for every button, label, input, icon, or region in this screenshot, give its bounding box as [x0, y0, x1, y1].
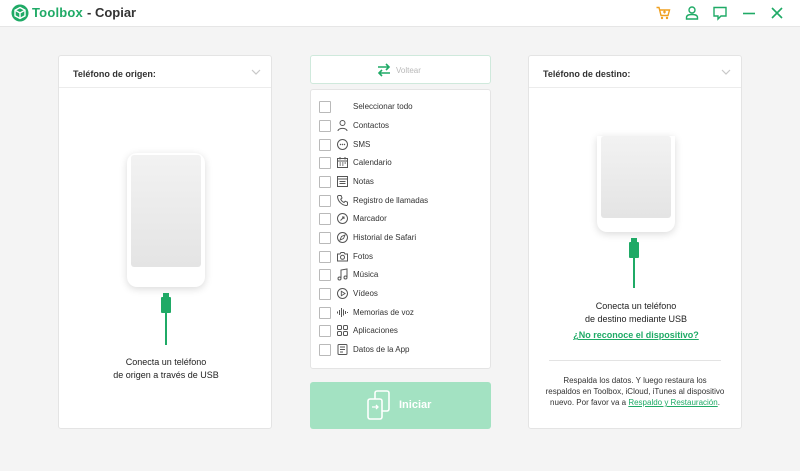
select-all-checkbox[interactable] — [319, 101, 331, 113]
call-log-checkbox[interactable] — [319, 194, 331, 207]
list-item-music[interactable]: Música — [311, 266, 492, 284]
apps-label: Aplicaciones — [353, 326, 398, 335]
cart-icon[interactable] — [655, 5, 671, 21]
safari-icon — [337, 232, 348, 243]
start-button[interactable]: Iniciar — [310, 382, 491, 429]
sms-icon — [337, 138, 348, 150]
list-item-contacts[interactable]: Contactos — [311, 117, 492, 135]
video-icon — [337, 288, 348, 299]
swap-arrows-icon — [377, 63, 391, 77]
source-phone-panel: Teléfono de origen: Conecta un teléfono … — [58, 55, 272, 429]
notes-checkbox[interactable] — [319, 176, 331, 188]
backup-note: Respalda los datos. Y luego restaura los… — [545, 375, 725, 408]
bookmarks-checkbox[interactable] — [319, 213, 331, 225]
safari-history-label: Historial de Safari — [353, 233, 417, 242]
minimize-icon[interactable] — [741, 5, 757, 21]
apps-icon — [337, 325, 348, 336]
list-item-bookmarks[interactable]: Marcador — [311, 210, 492, 228]
chevron-down-icon[interactable] — [721, 68, 731, 76]
divider — [549, 360, 721, 361]
music-label: Música — [353, 270, 379, 279]
source-phone-title: Teléfono de origen: — [73, 69, 156, 79]
source-phone-selector[interactable]: Teléfono de origen: — [59, 56, 271, 88]
select-all-label: Seleccionar todo — [353, 102, 413, 111]
list-item-sms[interactable]: SMS — [311, 136, 492, 154]
safari-history-checkbox[interactable] — [319, 232, 331, 244]
call-log-label: Registro de llamadas — [353, 195, 429, 205]
list-item-videos[interactable]: Vídeos — [311, 285, 492, 303]
photos-label: Fotos — [353, 251, 374, 261]
destination-connect-line1: Conecta un teléfono — [595, 301, 677, 311]
list-item-app-data[interactable]: Datos de la App — [311, 341, 492, 359]
title-bar: Toolbox - Copiar — [0, 0, 800, 27]
swap-button[interactable]: Voltear — [310, 55, 491, 84]
start-label: Iniciar — [399, 399, 432, 411]
voice-memos-label: Memorias de voz — [353, 307, 414, 317]
phone-icon — [336, 194, 348, 206]
app-data-icon — [337, 343, 348, 355]
swap-label: Voltear — [396, 66, 421, 75]
source-phone-image — [127, 153, 205, 287]
music-checkbox[interactable] — [319, 269, 331, 281]
feedback-icon[interactable] — [712, 5, 728, 21]
backup-note-end: . — [717, 398, 720, 407]
destination-connect-line2: de destino mediante USB — [584, 314, 688, 324]
camera-icon — [337, 251, 348, 261]
contacts-label: Contactos — [353, 121, 390, 130]
destination-connect-text: Conecta un teléfono de destino mediante … — [549, 300, 723, 326]
voice-memos-checkbox[interactable] — [319, 306, 331, 319]
app-data-label: Datos de la App — [353, 344, 410, 354]
bookmark-icon — [337, 213, 348, 224]
destination-phone-image — [597, 136, 675, 232]
notes-icon — [337, 176, 348, 187]
source-connect-line2: de origen a través de USB — [113, 370, 219, 380]
bookmarks-label: Marcador — [353, 214, 387, 223]
videos-checkbox[interactable] — [319, 288, 331, 300]
videos-label: Vídeos — [353, 289, 378, 298]
brand-name: Toolbox — [32, 5, 83, 20]
close-icon[interactable] — [769, 5, 785, 21]
usb-cable-icon — [161, 293, 171, 345]
sms-checkbox[interactable] — [319, 138, 331, 151]
chevron-down-icon[interactable] — [251, 68, 261, 76]
calendar-label: Calendario — [353, 158, 392, 167]
backup-restore-link[interactable]: Respaldo y Restauración — [628, 398, 717, 407]
data-type-list: Seleccionar todo Contactos SMS Calendari… — [310, 89, 491, 369]
voice-memo-icon — [337, 307, 348, 317]
window-title: - Copiar — [87, 5, 137, 20]
contacts-checkbox[interactable] — [319, 120, 331, 132]
select-all-item[interactable]: Seleccionar todo — [311, 98, 492, 116]
list-item-photos[interactable]: Fotos — [311, 248, 492, 266]
list-item-apps[interactable]: Aplicaciones — [311, 322, 492, 340]
list-item-notes[interactable]: Notas — [311, 173, 492, 191]
usb-cable-icon — [629, 238, 639, 288]
toolbox-logo-icon — [11, 4, 29, 22]
source-connect-line1: Conecta un teléfono — [125, 357, 207, 367]
notes-label: Notas — [353, 177, 374, 186]
list-item-calendar[interactable]: Calendario — [311, 154, 492, 172]
user-icon[interactable] — [684, 5, 700, 21]
apps-checkbox[interactable] — [319, 325, 331, 337]
destination-phone-selector[interactable]: Teléfono de destino: — [529, 56, 741, 88]
sms-label: SMS — [353, 139, 371, 149]
source-connect-text: Conecta un teléfono de origen a través d… — [79, 356, 253, 382]
list-item-safari-history[interactable]: Historial de Safari — [311, 229, 492, 247]
list-item-call-log[interactable]: Registro de llamadas — [311, 192, 492, 210]
app-data-checkbox[interactable] — [319, 343, 331, 356]
contacts-icon — [337, 120, 348, 132]
not-recognized-link[interactable]: ¿No reconoce el dispositivo? — [549, 329, 723, 342]
list-item-voice-memos[interactable]: Memorias de voz — [311, 304, 492, 322]
music-icon — [337, 268, 348, 281]
photos-checkbox[interactable] — [319, 250, 331, 263]
calendar-icon — [337, 157, 348, 168]
transfer-phones-icon — [367, 390, 390, 420]
calendar-checkbox[interactable] — [319, 157, 331, 169]
destination-phone-title: Teléfono de destino: — [543, 69, 631, 79]
destination-phone-panel: Teléfono de destino: Conecta un teléfono… — [528, 55, 742, 429]
